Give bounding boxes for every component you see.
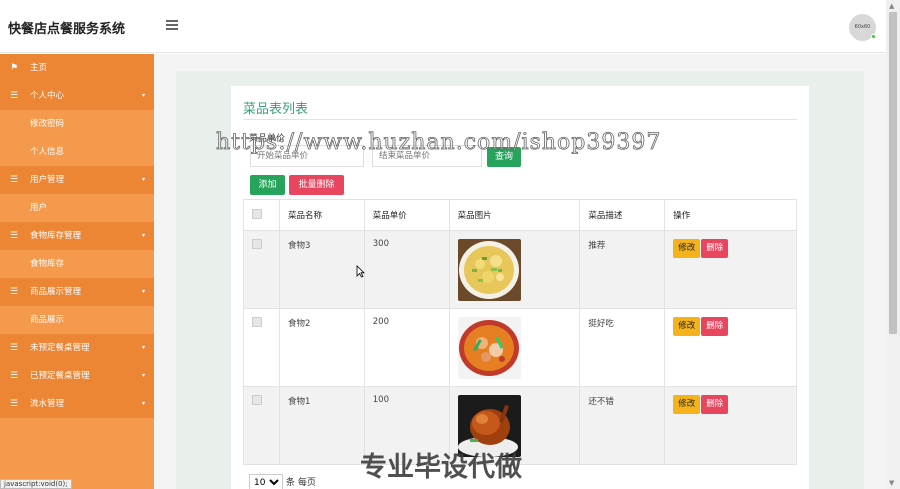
hamburger-menu-icon[interactable] <box>166 20 178 30</box>
chevron-down-icon: ▾ <box>141 372 145 379</box>
dish-name: 食物2 <box>278 308 365 387</box>
edit-button[interactable]: 修改 <box>673 395 701 414</box>
flag-icon: ⚑ <box>9 63 19 73</box>
sidebar-item-label: 流水管理 <box>30 399 65 409</box>
pagination: 10条 每页 <box>249 474 316 489</box>
watermark-text: 专业毕设代做 <box>360 452 522 483</box>
scroll-up-arrow-icon[interactable]: ▲ <box>889 2 894 10</box>
dish-image-cell <box>448 308 581 387</box>
status-bar-url: javascript:void(0); <box>0 479 72 489</box>
title-divider <box>243 119 797 120</box>
list-icon: ☰ <box>9 399 19 409</box>
list-icon: ☰ <box>9 371 19 381</box>
chevron-down-icon: ▾ <box>141 400 145 407</box>
sidebar-item-label: 用户管理 <box>30 175 65 185</box>
header-name: 菜品名称 <box>278 199 365 231</box>
delete-button[interactable]: 删除 <box>701 395 729 414</box>
dish-table: 菜品名称 菜品单价 菜品图片 菜品描述 操作 食物3 300 推荐 修改 删除 … <box>243 199 797 465</box>
delete-button[interactable]: 删除 <box>701 317 729 336</box>
avatar-text: 60x60 <box>854 24 871 30</box>
row-checkbox[interactable] <box>252 239 262 249</box>
sidebar-item-label: 修改密码 <box>30 119 65 129</box>
row-actions: 修改 删除 <box>664 386 797 465</box>
edit-button[interactable]: 修改 <box>673 317 701 336</box>
sidebar-item-label: 主页 <box>30 63 48 73</box>
sidebar-item-label: 个人信息 <box>30 147 65 157</box>
row-checkbox[interactable] <box>252 395 262 405</box>
dish-price: 300 <box>363 230 450 309</box>
chevron-down-icon: ▾ <box>141 344 145 351</box>
sidebar-item[interactable]: 个人信息 <box>0 138 154 166</box>
app-title: 快餐店点餐服务系统 <box>8 22 126 37</box>
page-scrollbar[interactable]: ▲ ▼ <box>886 0 900 489</box>
chevron-down-icon: ▾ <box>141 288 145 295</box>
sidebar-item[interactable]: 食物库存 <box>0 250 154 278</box>
sidebar-item-label: 已预定餐桌管理 <box>30 371 90 381</box>
add-button[interactable]: 添加 <box>250 175 285 195</box>
list-icon: ☰ <box>9 175 19 185</box>
sidebar-item-label: 未预定餐桌管理 <box>30 343 90 353</box>
page-size-select[interactable]: 10 <box>249 474 283 489</box>
sidebar-item[interactable]: ☰ 未预定餐桌管理 ▾ <box>0 334 154 362</box>
dish-desc: 挺好吃 <box>579 308 666 387</box>
sidebar-item-label: 用户 <box>30 203 48 213</box>
header-desc: 菜品描述 <box>579 199 666 231</box>
list-icon: ☰ <box>9 287 19 297</box>
dish-name: 食物3 <box>278 230 365 309</box>
page-title: 菜品表列表 <box>243 102 309 117</box>
row-actions: 修改 删除 <box>664 230 797 309</box>
sidebar-item-label: 商品展示管理 <box>30 287 82 297</box>
dish-image[interactable] <box>457 317 521 379</box>
header-price: 菜品单价 <box>363 199 450 231</box>
chevron-down-icon: ▾ <box>141 92 145 99</box>
row-actions: 修改 删除 <box>664 308 797 387</box>
sidebar-item-label: 商品展示 <box>30 315 65 325</box>
table-row: 食物3 300 推荐 修改 删除 <box>243 230 797 309</box>
chevron-down-icon: ▾ <box>141 176 145 183</box>
watermark-url: https://www.huzhan.com/ishop39397 <box>216 130 662 156</box>
sidebar-item[interactable]: ☰ 个人中心 ▾ <box>0 82 154 110</box>
table-row: 食物2 200 挺好吃 修改 删除 <box>243 308 797 387</box>
header-actions: 操作 <box>664 199 797 231</box>
sidebar-item[interactable]: ☰ 流水管理 ▾ <box>0 390 154 418</box>
edit-button[interactable]: 修改 <box>673 239 701 258</box>
batch-delete-button[interactable]: 批量删除 <box>289 175 344 195</box>
sidebar-item[interactable]: ☰ 已预定餐桌管理 ▾ <box>0 362 154 390</box>
select-all-checkbox[interactable] <box>252 208 262 219</box>
sidebar-item[interactable]: 修改密码 <box>0 110 154 138</box>
sidebar-item[interactable]: 商品展示 <box>0 306 154 334</box>
sidebar-item-label: 食物库存管理 <box>30 231 82 241</box>
list-icon: ☰ <box>9 91 19 101</box>
online-status-dot <box>871 34 876 39</box>
dish-price: 200 <box>363 308 450 387</box>
delete-button[interactable]: 删除 <box>701 239 729 258</box>
scroll-thumb[interactable] <box>889 12 897 334</box>
sidebar-item[interactable]: ⚑ 主页 <box>0 54 154 82</box>
scroll-down-arrow-icon[interactable]: ▼ <box>889 479 894 487</box>
list-icon: ☰ <box>9 231 19 241</box>
sidebar-item-label: 个人中心 <box>30 91 65 101</box>
dish-image[interactable] <box>457 239 521 301</box>
mouse-cursor-icon <box>356 265 365 278</box>
sidebar-item[interactable]: ☰ 食物库存管理 ▾ <box>0 222 154 250</box>
sidebar: ⚑ 主页 ☰ 个人中心 ▾ 修改密码个人信息 ☰ 用户管理 ▾ 用户 ☰ 食物库存管理 ▾ 食物库存 ☰ 商品… <box>0 54 154 489</box>
row-checkbox[interactable] <box>252 317 262 327</box>
avatar[interactable]: 60x60 <box>849 14 876 41</box>
sidebar-item[interactable]: ☰ 用户管理 ▾ <box>0 166 154 194</box>
chevron-down-icon: ▾ <box>141 232 145 239</box>
dish-desc: 还不错 <box>579 386 666 465</box>
sidebar-item[interactable]: ☰ 商品展示管理 ▾ <box>0 278 154 306</box>
top-header: 快餐店点餐服务系统 60x60 <box>0 0 886 53</box>
table-header-row: 菜品名称 菜品单价 菜品图片 菜品描述 操作 <box>243 199 797 231</box>
dish-image-cell <box>448 230 581 309</box>
dish-name: 食物1 <box>278 386 365 465</box>
sidebar-item[interactable]: 用户 <box>0 194 154 222</box>
list-icon: ☰ <box>9 343 19 353</box>
per-page-label: 条 每页 <box>286 477 316 488</box>
sidebar-item-label: 食物库存 <box>30 259 65 269</box>
header-image: 菜品图片 <box>448 199 581 231</box>
select-all-cell <box>243 199 280 231</box>
dish-desc: 推荐 <box>579 230 666 309</box>
